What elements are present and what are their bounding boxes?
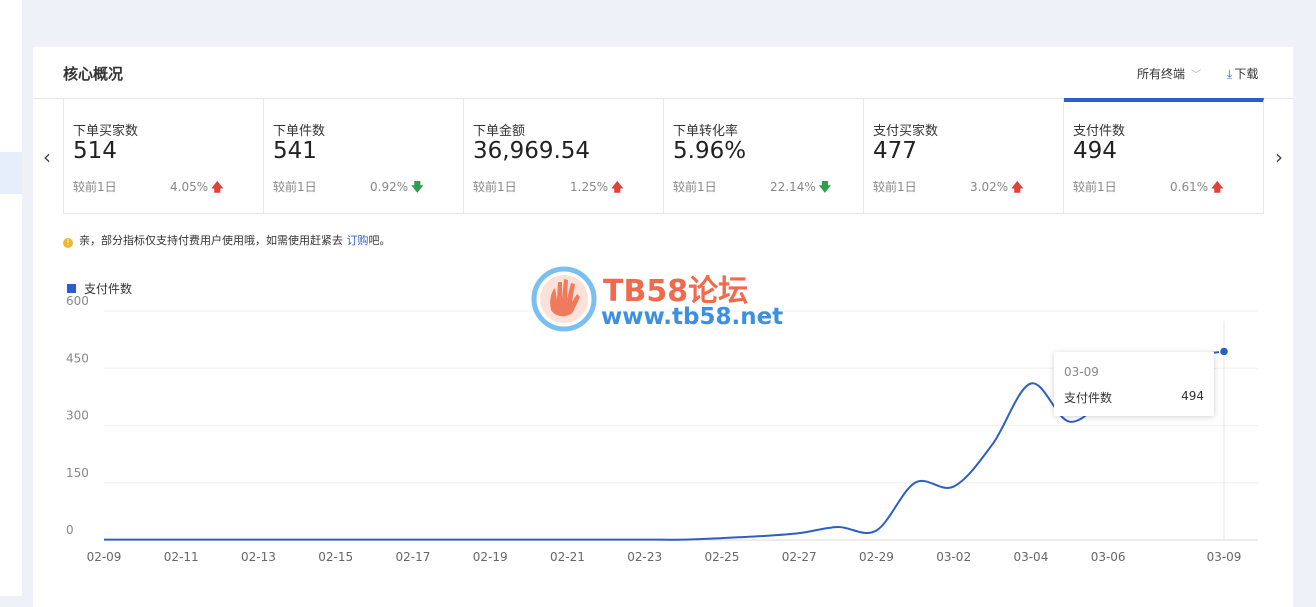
x-tick-label: 02-25 [704,550,739,564]
watermark-hand-logo-icon [531,266,597,332]
chart-tooltip: 03-09 支付件数 494 [1054,352,1214,416]
x-tick-label: 02-15 [318,550,353,564]
x-tick-label: 02-27 [782,550,817,564]
watermark-url: www.tb58.net [601,304,784,330]
tooltip-series-name: 支付件数 [1064,391,1113,405]
sidebar-selected-item[interactable] [0,152,22,194]
x-tick-label: 02-13 [241,550,276,564]
y-tick-label: 300 [66,409,89,423]
x-tick-label: 02-29 [859,550,894,564]
left-sidebar-strip [0,0,22,596]
y-tick-label: 150 [66,466,89,480]
x-tick-label: 02-11 [164,550,199,564]
x-tick-label: 02-19 [473,550,508,564]
y-tick-label: 600 [66,294,89,308]
tooltip-date: 03-09 [1064,365,1099,379]
y-tick-label: 450 [66,351,89,365]
series-point [1218,346,1230,357]
x-tick-label: 02-09 [87,550,122,564]
x-tick-label: 03-06 [1091,550,1126,564]
x-tick-label: 03-02 [936,550,971,564]
x-tick-label: 02-17 [396,550,431,564]
x-tick-label: 02-21 [550,550,585,564]
core-overview-card: 核心概况 所有终端 ﹀ ⤓ 下载 ‹ › 下单买家数 514 较前1日 4.05% 🡅… [33,47,1293,607]
y-tick-label: 0 [66,523,74,537]
tooltip-value: 494 [1181,389,1204,403]
x-tick-label: 03-04 [1013,550,1048,564]
x-tick-label: 02-23 [627,550,662,564]
x-tick-label: 03-09 [1207,550,1242,564]
